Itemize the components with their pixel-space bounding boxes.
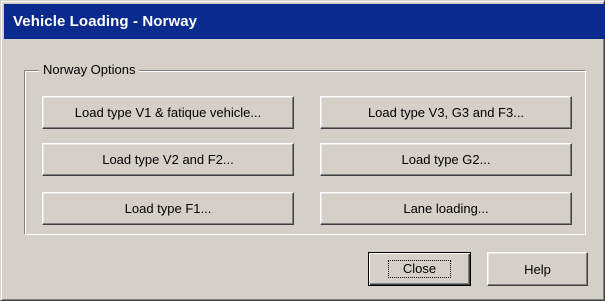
load-type-f1-label: Load type F1...	[124, 201, 212, 216]
close-label: Close	[387, 260, 452, 278]
load-type-g2-label: Load type G2...	[401, 152, 491, 167]
load-type-v3-g3-f3-button[interactable]: Load type V3, G3 and F3...	[320, 96, 572, 129]
title-bar: Vehicle Loading - Norway	[4, 4, 605, 39]
load-type-v1-fatigue-label: Load type V1 & fatique vehicle...	[74, 105, 262, 120]
window-title: Vehicle Loading - Norway	[13, 13, 198, 30]
load-type-f1-button[interactable]: Load type F1...	[42, 192, 294, 225]
group-legend: Norway Options	[39, 60, 140, 80]
help-label: Help	[524, 261, 551, 277]
load-type-v1-fatigue-button[interactable]: Load type V1 & fatique vehicle...	[42, 96, 294, 129]
load-type-v2-f2-button[interactable]: Load type V2 and F2...	[42, 143, 294, 176]
help-button[interactable]: Help	[487, 252, 588, 286]
load-type-v3-g3-f3-label: Load type V3, G3 and F3...	[367, 105, 525, 120]
close-button[interactable]: Close	[368, 252, 471, 286]
dialog-window: Vehicle Loading - Norway Norway Options …	[0, 0, 605, 301]
load-type-g2-button[interactable]: Load type G2...	[320, 143, 572, 176]
load-type-v2-f2-label: Load type V2 and F2...	[102, 152, 234, 167]
lane-loading-button[interactable]: Lane loading...	[320, 192, 572, 225]
lane-loading-label: Lane loading...	[403, 201, 489, 216]
